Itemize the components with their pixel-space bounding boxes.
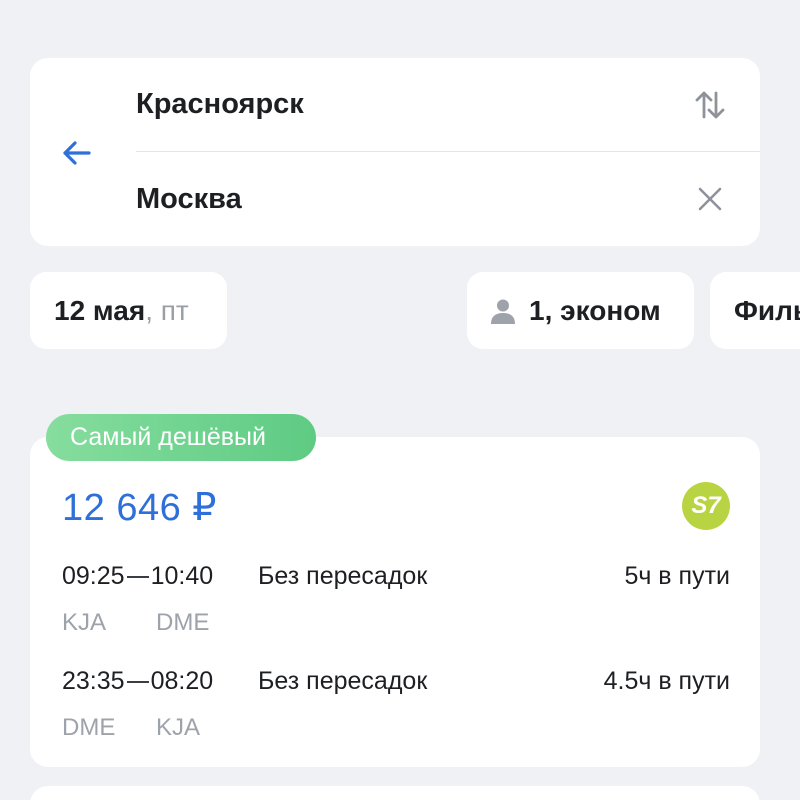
passengers-label: 1, эконом (529, 294, 661, 326)
depart-time: 09:25 (62, 562, 125, 590)
airline-logo-text: S7 (691, 492, 721, 519)
filters-chip[interactable]: Фильтры (710, 272, 800, 349)
clear-destination-button[interactable] (688, 177, 732, 221)
flight-leg: 23:35 08:20 DME KJA Без пересадок 4.5ч в… (62, 667, 730, 757)
swap-vertical-icon (695, 91, 725, 118)
from-airport-code: DME (62, 714, 116, 741)
route-card: Красноярск Москва (30, 58, 760, 246)
origin-city: Красноярск (136, 88, 304, 120)
passengers-chip[interactable]: 1, эконом (467, 272, 694, 349)
destination-city: Москва (136, 182, 242, 215)
origin-field[interactable]: Красноярск (136, 58, 760, 152)
to-airport-code: DME (156, 609, 210, 636)
person-icon (491, 299, 515, 324)
leg-times: 09:25 10:40 (62, 562, 213, 591)
date-label: 12 мая (54, 294, 146, 326)
stops-label: Без пересадок (258, 667, 428, 695)
next-offer-card[interactable] (30, 786, 760, 800)
time-separator (126, 680, 149, 683)
destination-field[interactable]: Москва (136, 152, 760, 246)
depart-time: 23:35 (62, 667, 125, 695)
duration-label: 4.5ч в пути (603, 667, 730, 695)
to-airport-code: KJA (156, 714, 201, 741)
leg-times: 23:35 08:20 (62, 667, 213, 696)
offer-price: 12 646 ₽ (62, 487, 217, 529)
time-separator (126, 575, 149, 578)
filters-label: Фильтры (734, 294, 800, 326)
date-chip[interactable]: 12 мая, пт (30, 272, 227, 349)
arrow-left-icon (63, 141, 91, 165)
close-icon (698, 187, 722, 211)
stops-label: Без пересадок (258, 562, 428, 590)
duration-label: 5ч в пути (624, 562, 730, 590)
arrive-time: 10:40 (150, 562, 214, 590)
cheapest-badge: Самый дешёвый (46, 414, 316, 461)
weekday-label: , пт (145, 294, 189, 326)
arrive-time: 08:20 (150, 667, 214, 695)
from-airport-code: KJA (62, 609, 107, 636)
airline-logo: S7 (682, 482, 730, 530)
flight-leg: 09:25 10:40 KJA DME Без пересадок 5ч в п… (62, 562, 730, 652)
swap-button[interactable] (688, 83, 732, 127)
leg-airports: DME KJA (62, 714, 200, 742)
leg-airports: KJA DME (62, 609, 209, 637)
back-button[interactable] (54, 130, 100, 176)
offer-card[interactable]: 12 646 ₽ S7 09:25 10:40 KJA DME Без пере… (30, 437, 760, 767)
